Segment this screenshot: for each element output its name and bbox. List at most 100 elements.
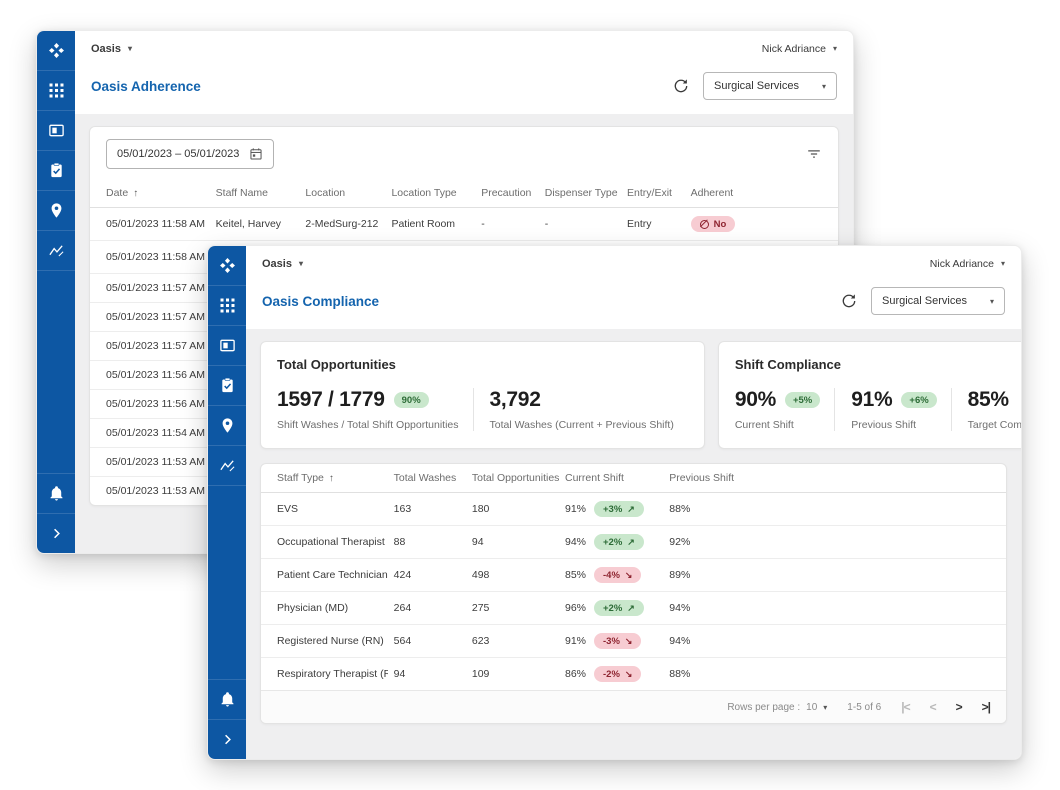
date-cell: 05/01/2023 11:56 AM <box>90 390 210 419</box>
app-logo[interactable] <box>208 246 246 286</box>
trend-down-icon: ↘ <box>625 669 633 680</box>
chevron-right-icon <box>219 731 236 748</box>
current-shift-cell: 85%-4% ↘ <box>559 559 663 592</box>
column-header-date[interactable]: Date↑ <box>90 179 210 208</box>
trend-down-icon: ↘ <box>625 570 633 581</box>
staff-type-cell: Respiratory Therapist (RT) <box>261 658 388 691</box>
sidebar-item-apps[interactable] <box>208 286 246 326</box>
column-header-total-washes[interactable]: Total Washes <box>388 464 466 493</box>
pagination-range: 1-5 of 6 <box>847 702 881 713</box>
column-header-location-type[interactable]: Location Type <box>385 179 475 208</box>
chevron-down-icon: ▾ <box>823 703 827 712</box>
table-row[interactable]: Registered Nurse (RN)56462391%-3% ↘94% <box>261 625 1006 658</box>
total-opportunities-cell: 275 <box>466 592 559 625</box>
date-range-picker[interactable]: 05/01/2023 – 05/01/2023 <box>106 139 274 169</box>
chevron-down-icon: ▾ <box>822 82 826 91</box>
next-page-button[interactable]: > <box>956 700 962 714</box>
sidebar-item-compliance[interactable] <box>208 366 246 406</box>
sidebar-expand-button[interactable] <box>37 513 75 553</box>
sidebar-item-compliance[interactable] <box>37 151 75 191</box>
activity-chart-icon <box>48 242 65 259</box>
total-opportunities-cell: 623 <box>466 625 559 658</box>
app-menu-label: Oasis <box>91 43 121 55</box>
sidebar-item-dashboard[interactable] <box>208 326 246 366</box>
column-header-previous-shift[interactable]: Previous Shift <box>663 464 1006 493</box>
first-page-button[interactable]: |< <box>901 700 909 714</box>
user-name: Nick Adriance <box>930 258 994 270</box>
entry-exit-cell: Entry <box>621 208 685 241</box>
sidebar-item-locations[interactable] <box>208 406 246 446</box>
card-title: Total Opportunities <box>277 357 688 372</box>
table-row[interactable]: Occupational Therapist889494%+2% ↗92% <box>261 526 1006 559</box>
user-menu[interactable]: Nick Adriance ▾ <box>762 43 837 55</box>
app-menu[interactable]: Oasis ▾ <box>91 43 132 55</box>
staff-type-cell: Occupational Therapist <box>261 526 388 559</box>
adherence-toolbar: 05/01/2023 – 05/01/2023 <box>90 127 838 179</box>
department-select[interactable]: Surgical Services ▾ <box>871 287 1005 315</box>
table-row[interactable]: EVS16318091%+3% ↗88% <box>261 493 1006 526</box>
trend-badge: +3% ↗ <box>594 501 644 517</box>
table-row[interactable]: Patient Care Technician42449885%-4% ↘89% <box>261 559 1006 592</box>
chevron-down-icon: ▾ <box>833 44 837 53</box>
refresh-button[interactable] <box>673 78 689 94</box>
app-menu[interactable]: Oasis ▾ <box>262 258 303 270</box>
column-header-location[interactable]: Location <box>299 179 385 208</box>
sidebar-item-notifications[interactable] <box>208 679 246 719</box>
date-cell: 05/01/2023 11:58 AM <box>90 208 210 241</box>
date-cell: 05/01/2023 11:57 AM <box>90 332 210 361</box>
department-select[interactable]: Surgical Services ▾ <box>703 72 837 100</box>
sidebar-item-analytics[interactable] <box>37 231 75 271</box>
sidebar-expand-button[interactable] <box>208 719 246 759</box>
sidebar <box>208 246 246 759</box>
table-row[interactable]: 05/01/2023 11:58 AMKeitel, Harvey2-MedSu… <box>90 208 838 241</box>
column-header-staff-type[interactable]: Staff Type↑ <box>261 464 388 493</box>
sidebar-item-apps[interactable] <box>37 71 75 111</box>
location-cell: 2-MedSurg-212 <box>299 208 385 241</box>
percent-badge: +5% <box>785 392 820 408</box>
table-row[interactable]: Respiratory Therapist (RT)9410986%-2% ↘8… <box>261 658 1006 691</box>
column-header-current-shift[interactable]: Current Shift <box>559 464 663 493</box>
stat-value: 85% <box>968 388 1009 412</box>
clipboard-check-icon <box>219 377 236 394</box>
clipboard-check-icon <box>48 162 65 179</box>
user-menu[interactable]: Nick Adriance ▾ <box>930 258 1005 270</box>
stat-value: 90% <box>735 388 776 412</box>
card-title: Shift Compliance <box>735 357 1021 372</box>
previous-page-button[interactable]: < <box>930 700 936 714</box>
total-opportunities-cell: 180 <box>466 493 559 526</box>
rows-per-page-value: 10 <box>806 702 817 713</box>
stat-label: Total Washes (Current + Previous Shift) <box>490 419 674 431</box>
rows-per-page-select[interactable]: Rows per page : 10 ▾ <box>727 702 827 713</box>
bell-icon <box>219 691 236 708</box>
refresh-button[interactable] <box>841 293 857 309</box>
trend-up-icon: ↗ <box>627 603 635 614</box>
page-title: Oasis Compliance <box>262 294 379 309</box>
sidebar-spacer <box>208 486 246 679</box>
rows-per-page-label: Rows per page : <box>727 702 800 713</box>
apps-grid-icon <box>219 297 236 314</box>
sidebar-item-analytics[interactable] <box>208 446 246 486</box>
location-pin-icon <box>219 417 236 434</box>
date-cell: 05/01/2023 11:57 AM <box>90 274 210 303</box>
date-cell: 05/01/2023 11:53 AM <box>90 448 210 477</box>
column-header-dispenser-type[interactable]: Dispenser Type <box>539 179 621 208</box>
sidebar <box>37 31 75 553</box>
sidebar-item-notifications[interactable] <box>37 473 75 513</box>
app-logo[interactable] <box>37 31 75 71</box>
column-header-precaution[interactable]: Precaution <box>475 179 539 208</box>
column-header-total-opportunities[interactable]: Total Opportunities <box>466 464 559 493</box>
filter-icon <box>806 146 822 162</box>
compliance-window: Oasis ▾ Nick Adriance ▾ Oasis Compliance <box>207 245 1022 760</box>
table-row[interactable]: Physician (MD)26427596%+2% ↗94% <box>261 592 1006 625</box>
stat-current-shift: 90% +5% Current Shift <box>735 388 834 431</box>
sidebar-item-dashboard[interactable] <box>37 111 75 151</box>
column-header-staff-name[interactable]: Staff Name <box>210 179 300 208</box>
filter-button[interactable] <box>806 146 822 162</box>
column-header-entry-exit[interactable]: Entry/Exit <box>621 179 685 208</box>
last-page-button[interactable]: >| <box>982 700 990 714</box>
trend-badge: -3% ↘ <box>594 633 641 649</box>
calendar-icon <box>249 147 263 161</box>
topbar: Oasis ▾ Nick Adriance ▾ <box>75 31 853 66</box>
column-header-adherent[interactable]: Adherent <box>685 179 838 208</box>
sidebar-item-locations[interactable] <box>37 191 75 231</box>
